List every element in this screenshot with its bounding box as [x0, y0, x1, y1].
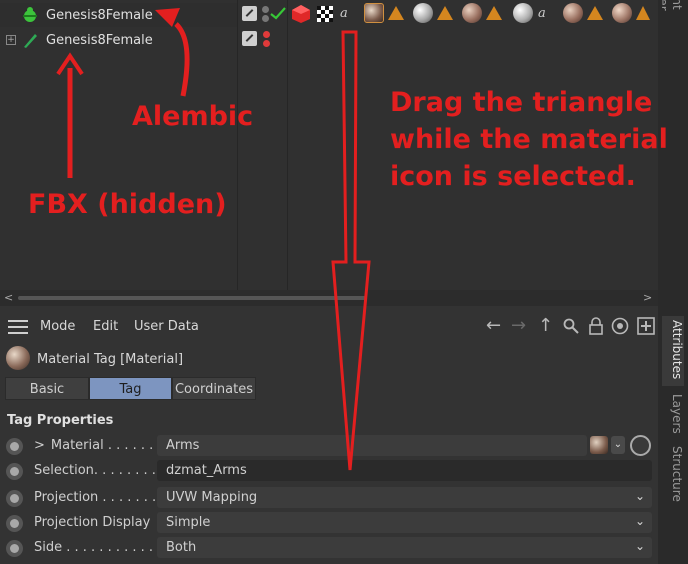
column-divider [237, 0, 238, 290]
object-name: Genesis8Female [46, 7, 153, 23]
pick-material-icon[interactable] [630, 435, 651, 456]
back-arrow-icon[interactable]: ← [486, 316, 501, 336]
forward-arrow-icon[interactable]: → [511, 316, 526, 336]
selection-tag-icon[interactable]: a [538, 6, 546, 21]
material-tag-icon-selected[interactable] [364, 3, 384, 23]
scroll-thumb[interactable] [18, 296, 366, 300]
figure-icon [23, 7, 37, 22]
check-icon[interactable] [270, 6, 286, 20]
right-panel-tabs: Content Browser Attributes Layers Struct… [658, 0, 688, 564]
selection-triangle-icon[interactable] [388, 6, 404, 20]
material-dropdown-icon[interactable]: ⌄ [611, 436, 625, 454]
selection-triangle-icon[interactable] [636, 6, 650, 20]
tab-attributes[interactable]: Attributes [662, 316, 684, 386]
animate-radio-icon[interactable] [6, 490, 23, 507]
target-icon[interactable] [611, 317, 629, 335]
chevron-down-icon: ⌄ [635, 489, 646, 503]
section-title: Tag Properties [7, 413, 114, 428]
attribute-tabs: Basic Tag Coordinates [5, 377, 256, 400]
annotation-instruction-line-1: Drag the triangle [390, 87, 653, 118]
edit-lock-icon[interactable] [242, 6, 257, 21]
tab-coordinates[interactable]: Coordinates [172, 377, 256, 400]
selection-triangle-icon[interactable] [437, 6, 453, 20]
material-thumbnail-icon[interactable] [590, 436, 608, 454]
tab-structure[interactable]: Structure [662, 446, 684, 508]
lock-icon[interactable] [588, 317, 604, 335]
animate-radio-icon[interactable] [6, 463, 23, 480]
attributes-menubar: Mode Edit User Data ← → ↑ [0, 306, 658, 342]
object-name: Genesis8Female [46, 32, 153, 48]
chevron-down-icon: ⌄ [635, 514, 646, 528]
checker-tag-icon[interactable] [315, 4, 335, 24]
tab-content-browser[interactable]: Content Browser [662, 0, 684, 90]
annotation-fbx: FBX (hidden) [28, 189, 227, 220]
attributes-manager: Mode Edit User Data ← → ↑ Material Tag [… [0, 306, 658, 564]
property-projection: Projection . . . . . . . UVW Mapping ⌄ [0, 486, 658, 510]
property-material: > Material . . . . . . . Arms ⌄ [0, 434, 658, 458]
property-projection-display: Projection Display Simple ⌄ [0, 511, 658, 535]
selection-tag-icon[interactable]: a [340, 6, 348, 21]
scroll-right-icon[interactable]: > [643, 291, 652, 304]
property-label: Side . . . . . . . . . . . . [34, 540, 162, 555]
selection-triangle-icon[interactable] [587, 6, 603, 20]
material-tag-icon[interactable] [563, 3, 583, 23]
bone-icon [24, 34, 37, 48]
material-tag-icon[interactable] [513, 3, 533, 23]
animate-radio-icon[interactable] [6, 438, 23, 455]
projection-display-select[interactable]: Simple [157, 512, 652, 533]
search-icon[interactable] [563, 318, 579, 334]
material-link-field[interactable]: Arms [157, 435, 587, 456]
property-label: > Material . . . . . . . [34, 438, 162, 453]
expand-icon[interactable]: + [6, 35, 16, 45]
chevron-down-icon: ⌄ [635, 539, 646, 553]
property-selection: Selection. . . . . . . . dzmat_Arms [0, 459, 658, 483]
property-label: Projection . . . . . . . [34, 490, 157, 505]
selection-triangle-icon[interactable] [486, 6, 502, 20]
visibility-dots-icon[interactable] [262, 6, 270, 24]
new-panel-icon[interactable] [637, 317, 655, 335]
column-divider [287, 0, 288, 290]
annotation-alembic: Alembic [132, 101, 254, 132]
animate-radio-icon[interactable] [6, 540, 23, 557]
alembic-tag-icon[interactable] [291, 4, 311, 24]
material-tag-icon[interactable] [413, 3, 433, 23]
material-tag-header: Material Tag [Material] [0, 346, 658, 374]
visibility-dots-icon[interactable] [263, 31, 271, 49]
tab-tag[interactable]: Tag [89, 377, 172, 400]
material-preview-icon [6, 346, 30, 370]
object-row-alembic[interactable]: Genesis8Female [0, 3, 237, 27]
annotation-instruction-line-3: icon is selected. [390, 161, 636, 192]
projection-select[interactable]: UVW Mapping [157, 487, 652, 508]
property-side: Side . . . . . . . . . . . . Both ⌄ [0, 536, 658, 560]
tab-layers[interactable]: Layers [662, 394, 684, 436]
edit-lock-icon[interactable] [242, 31, 257, 46]
up-arrow-icon[interactable]: ↑ [538, 316, 553, 336]
expand-chevron-icon[interactable]: > [34, 438, 45, 453]
annotation-instruction-line-2: while the material [390, 124, 668, 155]
menu-user-data[interactable]: User Data [134, 319, 199, 334]
hamburger-menu-icon[interactable] [8, 320, 28, 338]
scroll-left-icon[interactable]: < [4, 291, 13, 304]
property-label: Selection. . . . . . . . [34, 463, 156, 478]
menu-edit[interactable]: Edit [93, 319, 118, 334]
tab-basic[interactable]: Basic [5, 377, 89, 400]
side-select[interactable]: Both [157, 537, 652, 558]
animate-radio-icon[interactable] [6, 515, 23, 532]
material-tag-icon[interactable] [462, 3, 482, 23]
property-label: Projection Display [34, 515, 151, 530]
horizontal-scrollbar[interactable]: < > [0, 290, 658, 306]
object-row-fbx[interactable]: + Genesis8Female [0, 28, 237, 52]
selection-input[interactable]: dzmat_Arms [157, 460, 652, 481]
header-title: Material Tag [Material] [37, 352, 184, 367]
material-tag-icon[interactable] [612, 3, 632, 23]
menu-mode[interactable]: Mode [40, 319, 75, 334]
